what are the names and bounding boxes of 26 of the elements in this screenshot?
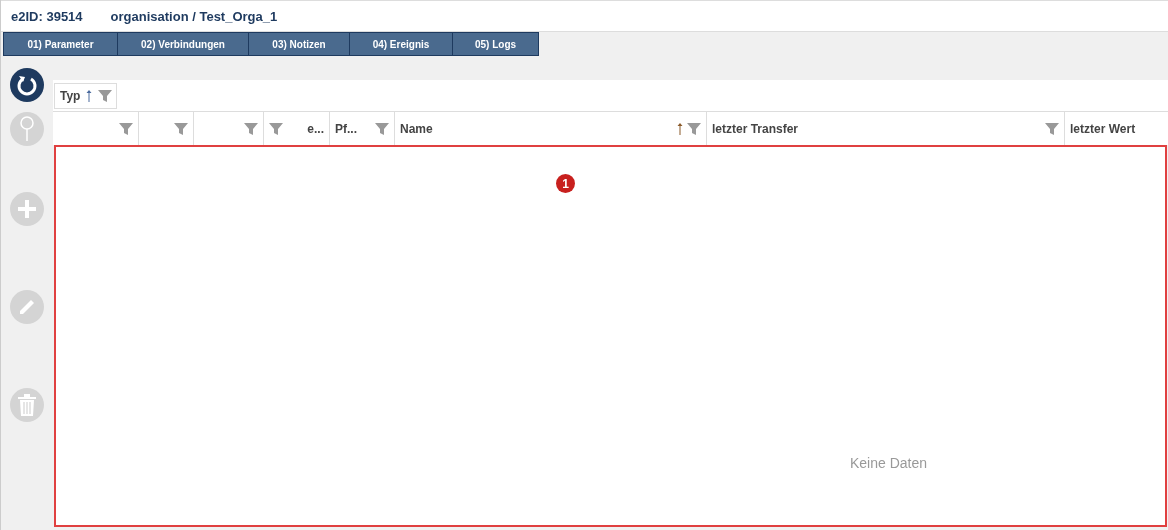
id-label: e2ID: 39514 <box>11 8 83 24</box>
breadcrumb: organisation / Test_Orga_1 <box>110 8 278 24</box>
group-chip[interactable]: Typ <box>54 82 118 109</box>
tab[interactable]: 01) Parameter <box>3 32 118 56</box>
empty-message: Keine Daten <box>849 455 927 471</box>
trash-icon <box>18 394 36 416</box>
sort-arrow-icon[interactable] <box>86 88 93 103</box>
filter-icon[interactable] <box>375 121 389 136</box>
filter-icon[interactable] <box>98 88 113 103</box>
tab[interactable]: 04) Ereignis <box>350 32 453 56</box>
refresh-icon <box>16 74 38 96</box>
pencil-icon <box>18 298 36 316</box>
tab[interactable]: 05) Logs <box>453 32 539 56</box>
pin-icon <box>19 116 35 142</box>
filter-icon[interactable] <box>1045 121 1059 136</box>
sort-arrow-icon[interactable] <box>677 121 683 136</box>
header-cell[interactable]: letzter Wert <box>1065 112 1168 145</box>
refresh-button[interactable] <box>10 68 44 102</box>
tab[interactable]: 02) Verbindungen <box>118 32 249 56</box>
filter-icon[interactable] <box>119 121 133 136</box>
tab[interactable]: 03) Notizen <box>249 32 350 56</box>
filter-icon[interactable] <box>269 121 283 136</box>
filter-icon[interactable] <box>244 121 258 136</box>
filter-icon[interactable] <box>687 121 701 136</box>
plus-icon <box>18 200 36 218</box>
filter-icon[interactable] <box>174 121 188 136</box>
